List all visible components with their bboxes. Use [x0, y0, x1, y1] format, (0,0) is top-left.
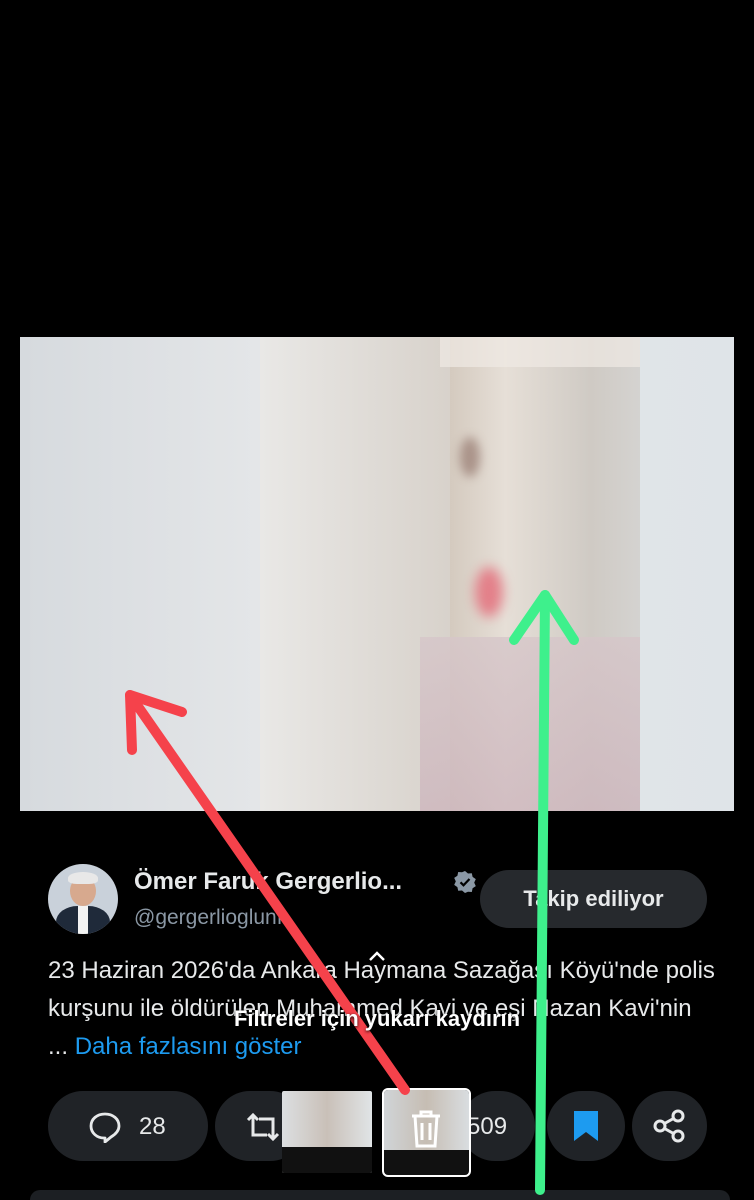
reply-icon [89, 1112, 121, 1143]
thumbnail-caption-area [282, 1147, 372, 1173]
avatar-shirt [78, 906, 88, 934]
like-count: 509 [467, 1113, 508, 1140]
retweet-icon [246, 1112, 280, 1142]
screenshot-thumbnail[interactable] [282, 1091, 372, 1173]
delete-screenshot-thumbnail[interactable] [382, 1088, 471, 1177]
avatar-hair [68, 872, 98, 884]
video-wall-left [20, 337, 260, 811]
video-ceiling [440, 337, 650, 367]
author-name[interactable]: Ömer Faruk Gergerlio... [134, 868, 402, 896]
filters-swipe-hint: Filtreler için yukarı kaydırın [233, 1006, 521, 1031]
reply-count: 28 [139, 1113, 166, 1140]
reply-button[interactable] [48, 1091, 208, 1161]
bookmark-icon [574, 1111, 598, 1141]
share-icon [653, 1109, 685, 1143]
trash-icon[interactable] [408, 1108, 444, 1150]
verified-badge-icon [454, 871, 476, 893]
video-red-object [475, 567, 503, 617]
video-dark-object [460, 437, 480, 477]
bottom-sheet-edge [30, 1190, 730, 1200]
video-wall-right [640, 337, 734, 811]
share-button[interactable] [632, 1091, 707, 1161]
video-player[interactable] [20, 337, 734, 811]
chevron-up-icon [369, 951, 385, 961]
author-handle[interactable]: @gergerlioglunf [134, 906, 283, 930]
avatar[interactable] [48, 864, 118, 934]
show-more-link[interactable]: Daha fazlasını göster [75, 1033, 302, 1060]
following-button[interactable]: Takip ediliyor [480, 870, 707, 928]
bookmark-button[interactable] [547, 1091, 625, 1161]
